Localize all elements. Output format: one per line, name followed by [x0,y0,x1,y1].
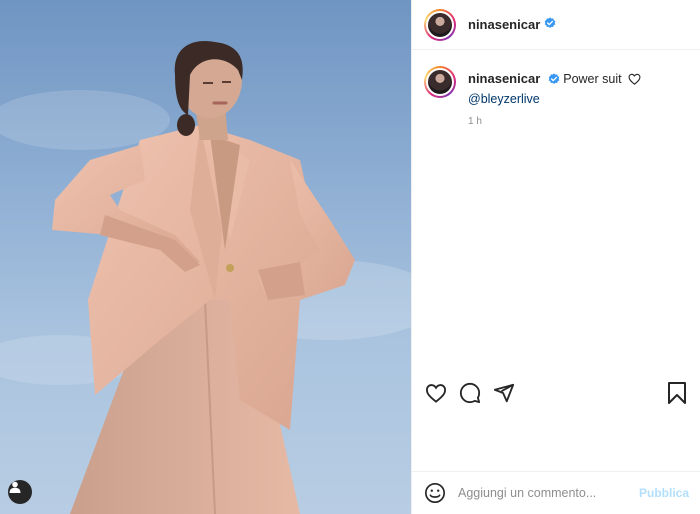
caption-avatar[interactable] [424,66,456,98]
share-icon[interactable] [492,381,516,405]
user-tag-icon[interactable] [8,480,32,504]
verified-badge-icon [548,72,560,90]
verified-badge-icon [544,16,556,34]
emoji-icon[interactable] [424,482,446,504]
heart-emoji-icon [628,72,641,90]
header-username[interactable]: ninasenicar [468,17,540,32]
post-photo[interactable] [0,0,411,514]
heart-icon[interactable] [424,381,448,405]
publish-button[interactable]: Pubblica [639,486,689,500]
post-time[interactable]: 1 h [468,116,700,127]
post-header: ninasenicar [412,0,700,50]
mention-link[interactable]: @bleyzerlive [468,90,641,108]
comment-input[interactable] [458,486,639,500]
caption-username[interactable]: ninasenicar [468,71,540,86]
action-bar [412,378,700,408]
caption: ninasenicar Power suit @bleyzerlive [412,50,700,108]
avatar[interactable] [424,8,456,41]
bookmark-icon[interactable] [665,381,689,405]
photo-illustration [0,40,411,514]
comment-bar: Pubblica [412,471,700,514]
post-side-panel: ninasenicar ninasenicar Power suit @bley… [411,0,700,514]
caption-text: ninasenicar Power suit @bleyzerlive [468,66,641,108]
caption-body: Power suit [563,72,622,86]
comment-icon[interactable] [458,381,482,405]
